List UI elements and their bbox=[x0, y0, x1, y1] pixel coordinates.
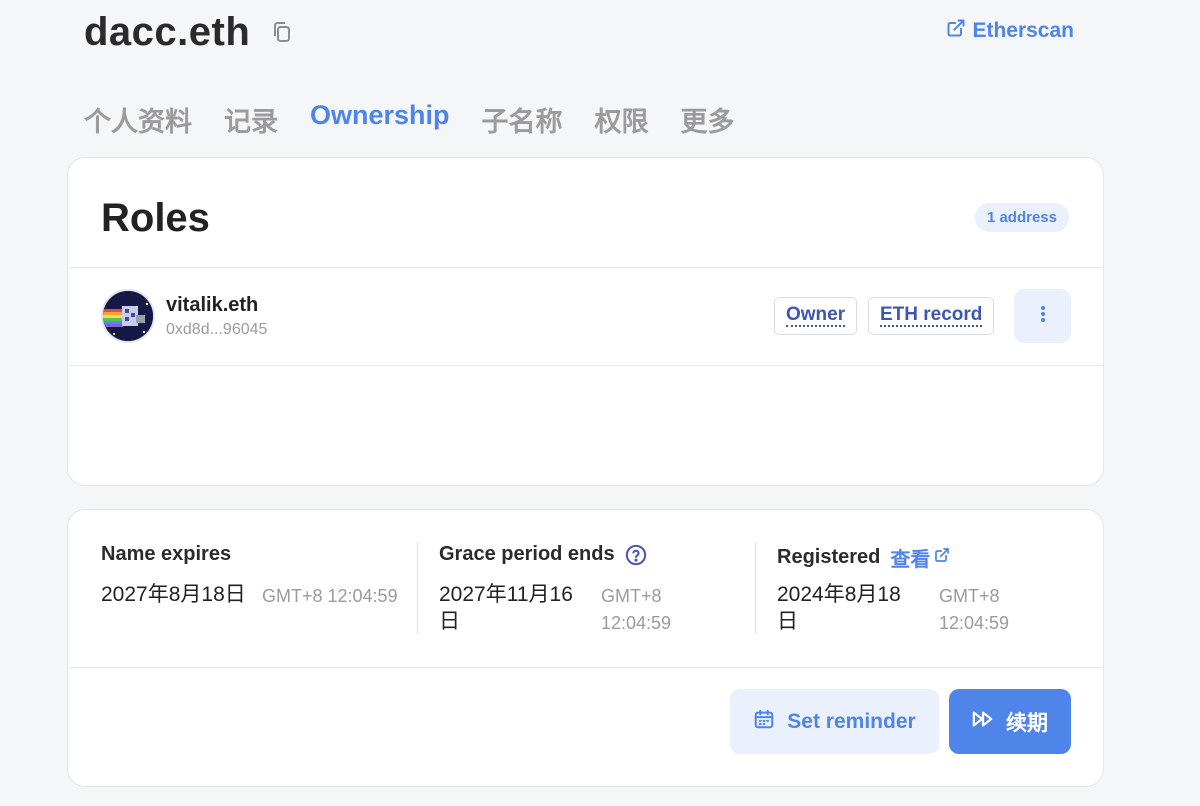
registered-column: Registered 查看 2024年8月18 日 GMT+8 12:04:59 bbox=[777, 543, 1077, 635]
grace-period-column: Grace period ends 2027年11月16 日 GMT+8 12:… bbox=[439, 543, 749, 635]
owner-tag[interactable]: Owner bbox=[774, 297, 858, 335]
divider bbox=[68, 267, 1103, 268]
column-separator bbox=[417, 542, 418, 634]
page-title: dacc.eth bbox=[84, 10, 251, 54]
fast-forward-icon bbox=[972, 709, 994, 735]
grace-period-label: Grace period ends bbox=[439, 543, 615, 565]
renew-label: 续期 bbox=[1006, 711, 1048, 735]
more-options-button[interactable] bbox=[1014, 289, 1071, 343]
grace-period-label-row: Grace period ends bbox=[439, 543, 749, 566]
registered-time-line1: GMT+8 bbox=[939, 586, 1000, 606]
roles-card: Roles 1 address vitalik.eth 0xd8d...9604… bbox=[67, 157, 1104, 486]
etherscan-label: Etherscan bbox=[972, 19, 1074, 42]
external-link-icon bbox=[946, 18, 966, 44]
page-header: dacc.eth Etherscan bbox=[84, 8, 1074, 56]
set-reminder-label: Set reminder bbox=[787, 709, 916, 733]
name-expires-date: 2027年8月18日 bbox=[101, 583, 246, 606]
grace-period-time: GMT+8 12:04:59 bbox=[601, 583, 671, 637]
name-expires-time: GMT+8 12:04:59 bbox=[262, 586, 398, 606]
copy-icon[interactable] bbox=[270, 20, 294, 44]
eth-record-tag[interactable]: ETH record bbox=[868, 297, 995, 335]
registered-label-row: Registered 查看 bbox=[777, 543, 1077, 572]
tab-records[interactable]: 记录 bbox=[224, 100, 278, 139]
expiry-card: Name expires 2027年8月18日 GMT+8 12:04:59 G… bbox=[67, 509, 1104, 787]
role-holder-name[interactable]: vitalik.eth bbox=[166, 294, 258, 317]
registered-time: GMT+8 12:04:59 bbox=[939, 583, 1009, 637]
address-count-badge: 1 address bbox=[974, 203, 1069, 232]
grace-period-date-line2: 日 bbox=[439, 610, 460, 633]
owner-tag-label: Owner bbox=[786, 304, 846, 328]
name-expires-column: Name expires 2027年8月18日 GMT+8 12:04:59 bbox=[101, 543, 411, 635]
renew-button[interactable]: 续期 bbox=[949, 689, 1071, 754]
grace-period-date-line1: 2027年11月16 bbox=[439, 583, 573, 606]
set-reminder-button[interactable]: Set reminder bbox=[730, 689, 939, 754]
role-holder-address: 0xd8d...96045 bbox=[166, 321, 268, 338]
roles-heading: Roles bbox=[101, 196, 210, 240]
name-expires-label: Name expires bbox=[101, 543, 232, 565]
divider bbox=[68, 365, 1103, 366]
registered-date-line2: 日 bbox=[777, 610, 798, 633]
registered-time-line2: 12:04:59 bbox=[939, 613, 1010, 633]
etherscan-link[interactable]: Etherscan bbox=[946, 18, 1074, 44]
tab-bar: 个人资料 记录 Ownership 子名称 权限 更多 bbox=[84, 100, 735, 139]
avatar[interactable] bbox=[101, 289, 155, 343]
calendar-icon bbox=[753, 708, 775, 736]
grace-period-date: 2027年11月16 日 bbox=[439, 581, 573, 635]
tab-subnames[interactable]: 子名称 bbox=[482, 100, 563, 139]
help-circle-icon[interactable] bbox=[625, 544, 647, 566]
eth-record-tag-label: ETH record bbox=[880, 304, 983, 328]
registered-label: Registered bbox=[777, 546, 881, 568]
view-link-label: 查看 bbox=[890, 549, 931, 571]
divider bbox=[68, 667, 1103, 668]
tab-permissions[interactable]: 权限 bbox=[595, 100, 649, 139]
registered-date-line1: 2024年8月18 bbox=[777, 583, 901, 606]
registered-date: 2024年8月18 日 bbox=[777, 581, 901, 635]
tab-more[interactable]: 更多 bbox=[681, 100, 735, 139]
grace-period-time-line2: 12:04:59 bbox=[601, 613, 672, 633]
column-separator bbox=[755, 542, 756, 634]
grace-period-time-line1: GMT+8 bbox=[601, 586, 662, 606]
external-link-icon bbox=[934, 546, 950, 569]
view-transaction-link[interactable]: 查看 bbox=[890, 543, 950, 572]
tab-profile[interactable]: 个人资料 bbox=[84, 100, 192, 139]
vertical-dots-icon bbox=[1040, 305, 1046, 328]
tab-ownership[interactable]: Ownership bbox=[310, 100, 450, 139]
